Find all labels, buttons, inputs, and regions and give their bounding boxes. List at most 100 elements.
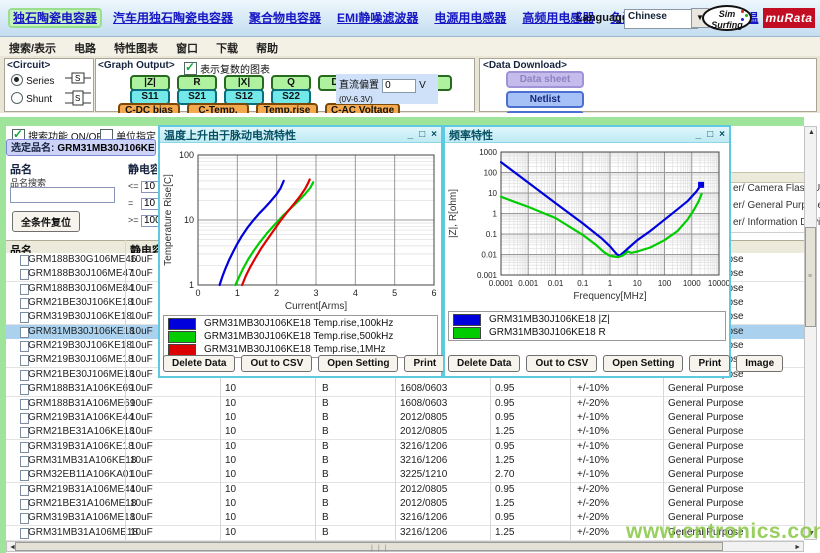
delete-data-button[interactable]: Delete Data [448,355,520,372]
cell: +/-20% [577,398,609,409]
legend-item: GRM31MB30J106KE18 Temp.rise,500kHz [164,330,437,343]
part-search-input[interactable] [10,187,115,203]
scroll-right-icon[interactable]: ► [794,543,801,552]
netlist-button[interactable]: Netlist [506,91,584,108]
cell: 10uF [130,469,153,480]
logo-dot-red [741,10,744,13]
cell: GRM188B30J106ME47 [28,268,134,279]
language-select[interactable]: Chinese [624,9,698,29]
cell: +/-10% [577,426,609,437]
reset-conditions-button[interactable]: 全条件复位 [12,211,80,232]
svg-text:10: 10 [488,189,497,198]
cell: 10 [225,484,236,495]
menu-item-0[interactable]: 搜索/表示 [9,40,56,56]
svg-text:0.01: 0.01 [548,279,564,288]
frequency-window-titlebar[interactable]: 频率特性 _ □ × [445,127,729,143]
cell: B [322,527,329,538]
filter-divider [731,232,804,233]
print-button[interactable]: Print [689,355,730,372]
temp-rise-window-titlebar[interactable]: 温度上升由于脉动电流特性 _ □ × [160,127,441,143]
minimize-icon[interactable]: _ [408,129,414,140]
menu-item-3[interactable]: 窗口 [176,40,198,56]
svg-text:1: 1 [189,280,194,290]
cell: 1608/0603 [400,398,447,409]
menu-item-4[interactable]: 下载 [216,40,238,56]
image-button[interactable]: Image [736,355,783,372]
toolbar: <Circuit> Series S Shunt S <Graph Output… [0,56,820,113]
nav-item-1[interactable]: 汽车用独石陶瓷电容器 [110,10,236,26]
circuit-option-series[interactable]: Series [11,74,54,87]
checkbox-icon[interactable] [184,62,197,75]
cell: 10uF [130,512,153,523]
menu-item-2[interactable]: 特性图表 [114,40,158,56]
open-setting-button[interactable]: Open Setting [318,355,398,372]
show-multiple-graphs-checkbox[interactable]: 表示复数的图表 [184,61,270,76]
cell: 3216/1206 [400,527,447,538]
svg-text:100: 100 [484,169,498,178]
svg-text:Frequency[MHz]: Frequency[MHz] [573,291,647,302]
out-to-csv-button[interactable]: Out to CSV [526,355,597,372]
open-setting-button[interactable]: Open Setting [603,355,683,372]
part-name-header: 品名 [10,161,32,177]
cell: 3225/1210 [400,469,447,480]
cell: 3216/1206 [400,512,447,523]
svg-text:1: 1 [608,279,613,288]
cell: 10uF [130,426,153,437]
cell: 10uF [130,398,153,409]
cell: 10uF [130,283,153,294]
close-icon[interactable]: × [431,129,437,140]
close-icon[interactable]: × [719,129,725,140]
circuit-option-shunt[interactable]: Shunt [11,92,52,105]
cell: +/-20% [577,512,609,523]
series-radio[interactable] [11,74,23,86]
svg-text:0.001: 0.001 [477,271,498,280]
dc-bias-input[interactable] [382,79,416,93]
shunt-radio[interactable] [11,92,23,104]
scroll-up-icon[interactable]: ▲ [808,128,815,137]
cell: GRM188B31A106ME69 [28,398,135,409]
print-button[interactable]: Print [404,355,445,372]
frequency-chart-window: 频率特性 _ □ × 0.00010.0010.010.111010010001… [443,125,731,378]
maximize-icon[interactable]: □ [707,129,713,140]
nav-item-0[interactable]: 独石陶瓷电容器 [10,10,100,26]
svg-text:10: 10 [184,215,194,225]
data-sheet-button: Data sheet [506,71,584,88]
menu-item-5[interactable]: 帮助 [256,40,278,56]
vertical-scrollbar[interactable]: ▲ ≡ ▼ [804,126,817,540]
vertical-scroll-thumb[interactable]: ≡ [805,227,816,327]
circuit-title: <Circuit> [7,60,50,71]
graph-output-title: <Graph Output> [98,60,175,71]
svg-text:4: 4 [353,288,358,298]
legend-label: GRM31MB30J106KE18 |Z| [489,314,610,325]
svg-text:Temperature Rise[C]: Temperature Rise[C] [163,174,174,266]
sim-logo-text2: Surfing [711,20,743,30]
cell: 10uF [130,527,153,538]
cell: +/-10% [577,455,609,466]
cell: B [322,398,329,409]
svg-text:10: 10 [633,279,642,288]
cell: 2012/0805 [400,498,447,509]
delete-data-button[interactable]: Delete Data [163,355,235,372]
out-to-csv-button[interactable]: Out to CSV [241,355,312,372]
cell: B [322,426,329,437]
logo-dot-green [745,14,748,17]
cell: GRM188B30J106ME84 [28,283,134,294]
cell: 10 [225,498,236,509]
cell: B [322,455,329,466]
minimize-icon[interactable]: _ [696,129,702,140]
maximize-icon[interactable]: □ [419,129,425,140]
nav-item-2[interactable]: 聚合物电容器 [246,10,324,26]
horizontal-scroll-thumb[interactable]: ❘❘❘ [15,542,723,551]
nav-item-3[interactable]: EMI静噪滤波器 [334,10,421,26]
dc-bias-range: (0V-6.3V) [339,95,373,104]
svg-text:2: 2 [274,288,279,298]
cell: 10 [225,469,236,480]
svg-text:100: 100 [179,150,194,160]
menu-item-1[interactable]: 电路 [74,40,96,56]
nav-item-4[interactable]: 电源用电感器 [431,10,509,26]
svg-text:0.0001: 0.0001 [489,279,514,288]
cell: 0.95 [495,398,514,409]
cell: 0.95 [495,383,514,394]
svg-text:1000: 1000 [479,148,497,157]
selected-part-label: 选定品名: [11,143,54,154]
